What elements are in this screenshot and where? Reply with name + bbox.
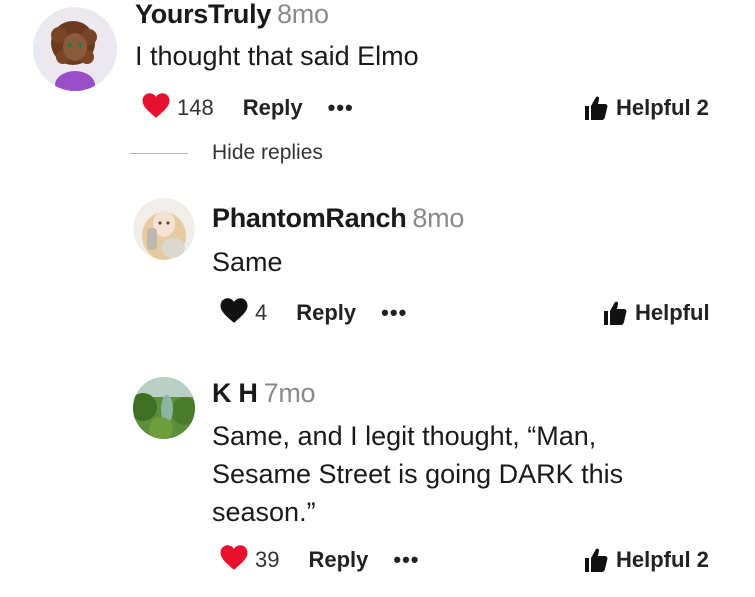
avatar-kh-image bbox=[133, 377, 195, 439]
reply-button[interactable]: Reply bbox=[296, 300, 356, 326]
thumbs-up-icon bbox=[585, 548, 608, 572]
more-options-button[interactable]: ••• bbox=[393, 547, 419, 573]
thumbs-up-icon bbox=[604, 301, 627, 325]
username-text[interactable]: YoursTruly bbox=[135, 0, 271, 29]
like-heart-icon[interactable] bbox=[219, 544, 249, 577]
avatar-phantomranch-image bbox=[133, 198, 195, 260]
helpful-button[interactable]: Helpful 2 bbox=[584, 91, 709, 125]
comment-text-line: season.” bbox=[212, 497, 316, 527]
helpful-label: Helpful bbox=[635, 300, 710, 325]
helpful-button[interactable]: Helpful bbox=[603, 296, 710, 330]
avatar-yourstruly[interactable] bbox=[33, 7, 117, 91]
avatar-yourstruly-image bbox=[33, 7, 117, 91]
more-options-button[interactable]: ••• bbox=[381, 300, 407, 326]
username-text[interactable]: K H bbox=[212, 378, 258, 408]
comment-text: Same, and I legit thought, “Man, Sesame … bbox=[212, 417, 732, 531]
thumbs-up-icon bbox=[585, 96, 608, 120]
comment-timestamp: 8mo bbox=[412, 203, 465, 233]
comment-username[interactable]: K H 7mo bbox=[212, 378, 316, 409]
reply-button[interactable]: Reply bbox=[243, 95, 303, 121]
replies-divider bbox=[130, 153, 188, 154]
like-heart-icon[interactable] bbox=[141, 92, 171, 125]
comment-username[interactable]: YoursTruly 8mo bbox=[135, 0, 329, 30]
like-count: 148 bbox=[177, 95, 214, 120]
like-count: 4 bbox=[255, 300, 268, 325]
avatar-phantomranch[interactable] bbox=[133, 198, 195, 260]
comment-text: I thought that said Elmo bbox=[135, 41, 419, 71]
reply-button[interactable]: Reply bbox=[308, 547, 368, 573]
username-text[interactable]: PhantomRanch bbox=[212, 203, 407, 233]
helpful-label: Helpful 2 bbox=[616, 95, 709, 120]
helpful-button[interactable]: Helpful 2 bbox=[584, 543, 709, 577]
comment-timestamp: 7mo bbox=[263, 378, 316, 408]
comment-actions: 148 Reply ••• bbox=[141, 91, 354, 125]
comment-actions: 39 Reply ••• bbox=[219, 543, 420, 577]
comment-actions: 4 Reply ••• bbox=[219, 296, 407, 330]
like-heart-icon[interactable] bbox=[219, 297, 249, 330]
more-options-button[interactable]: ••• bbox=[328, 95, 354, 121]
comment-text-line: Same, and I legit thought, “Man, bbox=[212, 421, 597, 451]
comment-timestamp: 8mo bbox=[277, 0, 329, 29]
comment-text: Same bbox=[212, 247, 283, 277]
avatar-kh[interactable] bbox=[133, 377, 195, 439]
hide-replies-button[interactable]: Hide replies bbox=[212, 141, 323, 165]
like-count: 39 bbox=[255, 547, 280, 572]
helpful-label: Helpful 2 bbox=[616, 547, 709, 572]
comment-text-line: Sesame Street is going DARK this bbox=[212, 459, 624, 489]
comment-username[interactable]: PhantomRanch 8mo bbox=[212, 203, 464, 234]
